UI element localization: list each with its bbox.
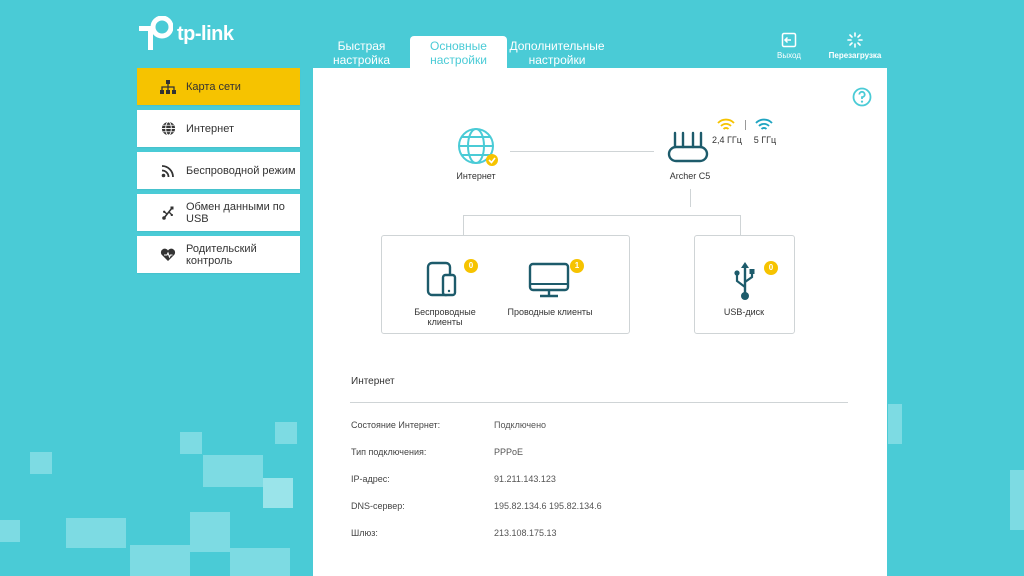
wifi-5-icon bbox=[755, 118, 773, 130]
router-label: Archer C5 bbox=[669, 171, 711, 181]
sidebar-item-label-line: контроль bbox=[186, 254, 233, 267]
usb-disk-label: USB-диск bbox=[723, 307, 765, 317]
info-key: Состояние Интернет: bbox=[351, 420, 441, 430]
usb-disk-node[interactable] bbox=[731, 260, 759, 302]
logout-icon bbox=[781, 32, 797, 48]
connection-line bbox=[510, 151, 654, 152]
tab-basic[interactable]: Основные настройки bbox=[410, 36, 507, 68]
wired-clients-badge: 1 bbox=[570, 259, 584, 273]
band-5-label: 5 ГГц bbox=[753, 135, 777, 145]
network-map-icon bbox=[158, 79, 178, 94]
sidebar-item-network-map[interactable]: Карта сети bbox=[137, 68, 300, 105]
wireless-icon bbox=[158, 164, 178, 178]
usb-icon bbox=[734, 262, 755, 300]
tablet-icon bbox=[426, 261, 457, 297]
wired-clients-node[interactable] bbox=[527, 260, 575, 300]
internet-section-title: Интернет bbox=[351, 376, 395, 387]
sidebar-item-internet[interactable]: Интернет bbox=[137, 110, 300, 147]
info-row: Шлюз: 213.108.175.13 bbox=[351, 528, 557, 538]
info-row: Тип подключения: PPPoE bbox=[351, 447, 523, 457]
sidebar-item-label-line: Обмен данными по bbox=[186, 200, 285, 213]
tp-link-logo-icon bbox=[139, 16, 173, 50]
sidebar-item-parental-control[interactable]: Родительский контроль bbox=[137, 236, 300, 273]
info-key: DNS-сервер: bbox=[351, 501, 405, 511]
info-value: 195.82.134.6 195.82.134.6 bbox=[494, 501, 602, 511]
info-key: IP-адрес: bbox=[351, 474, 390, 484]
sidebar-item-label: Интернет bbox=[186, 122, 234, 135]
reboot-button[interactable]: Перезагрузка bbox=[823, 32, 887, 60]
parental-icon bbox=[158, 248, 178, 262]
usb-icon bbox=[158, 206, 178, 220]
logout-label: Выход bbox=[777, 51, 801, 60]
sidebar-item-label: Обмен данными по USB bbox=[186, 201, 285, 225]
info-row: DNS-сервер: 195.82.134.6 195.82.134.6 bbox=[351, 501, 602, 511]
info-row: Состояние Интернет: Подключено bbox=[351, 420, 546, 430]
internet-label: Интернет bbox=[456, 171, 496, 181]
tab-label: Дополнительные bbox=[509, 39, 605, 53]
globe-icon bbox=[158, 121, 178, 136]
globe-icon bbox=[458, 128, 498, 166]
sidebar-item-label-line: Родительский bbox=[186, 242, 257, 255]
logout-button[interactable]: Выход bbox=[770, 32, 808, 60]
tab-label: настройки bbox=[528, 53, 586, 67]
wireless-clients-badge: 0 bbox=[464, 259, 478, 273]
reboot-icon bbox=[847, 32, 863, 48]
wireless-clients-label-line: Беспроводные bbox=[414, 307, 476, 317]
sidebar: Карта сети Интернет Беспроводной режим О… bbox=[137, 68, 300, 278]
router-icon bbox=[667, 131, 709, 163]
connection-line bbox=[740, 215, 741, 235]
info-value: 91.211.143.123 bbox=[494, 474, 556, 484]
band-24-indicator: 2,4 ГГц bbox=[712, 118, 748, 148]
wired-clients-label: Проводные клиенты bbox=[507, 307, 593, 317]
main-panel: Интернет Archer C5 2,4 ГГц 5 ГГц 0 Беспр… bbox=[313, 68, 887, 576]
tab-label: Быстрая bbox=[337, 39, 386, 53]
tab-label: настройки bbox=[430, 53, 487, 67]
tab-advanced[interactable]: Дополнительные настройки bbox=[507, 36, 607, 68]
usb-disk-badge: 0 bbox=[764, 261, 778, 275]
info-value: 213.108.175.13 bbox=[494, 528, 557, 538]
info-key: Шлюз: bbox=[351, 528, 378, 538]
brand-name: tp-link bbox=[177, 22, 234, 45]
section-divider bbox=[350, 402, 848, 403]
wireless-clients-label: Беспроводные клиенты bbox=[409, 307, 481, 327]
sidebar-item-label-line: USB bbox=[186, 212, 209, 225]
connection-line bbox=[463, 215, 741, 216]
sidebar-item-wireless[interactable]: Беспроводной режим bbox=[137, 152, 300, 189]
main-tabs: Быстрая настройка Основные настройки Доп… bbox=[313, 36, 607, 68]
wireless-clients-node[interactable] bbox=[423, 258, 469, 300]
band-divider bbox=[745, 120, 746, 130]
wireless-clients-label-line: клиенты bbox=[427, 317, 463, 327]
connection-line bbox=[463, 215, 464, 235]
info-value: PPPoE bbox=[494, 447, 524, 457]
help-icon bbox=[852, 87, 872, 107]
reboot-label: Перезагрузка bbox=[828, 51, 882, 60]
info-value: Подключено bbox=[494, 420, 547, 430]
sidebar-item-label: Беспроводной режим bbox=[186, 164, 296, 177]
band-24-label: 2,4 ГГц bbox=[712, 135, 742, 145]
tab-label: Основные bbox=[430, 39, 487, 53]
band-5-indicator: 5 ГГц bbox=[749, 118, 781, 148]
tp-link-logo: tp-link bbox=[137, 16, 234, 52]
connection-line bbox=[690, 189, 691, 207]
tab-quick-setup[interactable]: Быстрая настройка bbox=[313, 36, 410, 68]
tab-label: настройка bbox=[332, 53, 391, 67]
sidebar-item-label: Карта сети bbox=[186, 80, 241, 93]
sidebar-item-label: Родительский контроль bbox=[186, 243, 257, 267]
router-node[interactable] bbox=[667, 130, 713, 166]
help-button[interactable] bbox=[852, 87, 872, 112]
sidebar-item-usb[interactable]: Обмен данными по USB bbox=[137, 194, 300, 231]
monitor-icon bbox=[528, 262, 570, 298]
info-row: IP-адрес: 91.211.143.123 bbox=[351, 474, 556, 484]
info-key: Тип подключения: bbox=[351, 447, 427, 457]
wifi-24-icon bbox=[717, 118, 735, 130]
